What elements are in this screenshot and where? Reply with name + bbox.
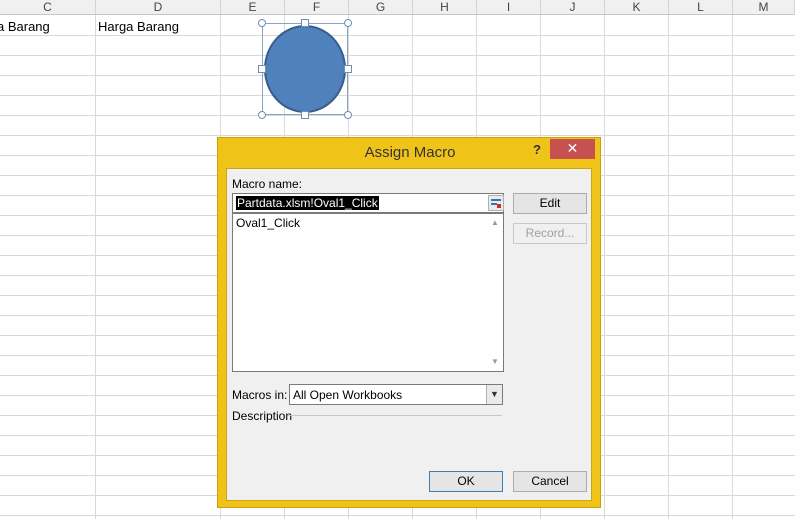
grid-line <box>0 35 795 36</box>
cancel-button[interactable]: Cancel <box>513 471 587 492</box>
help-button[interactable]: ? <box>530 142 544 158</box>
cell-c1[interactable]: a Barang <box>0 19 50 34</box>
picker-icon <box>491 199 501 201</box>
resize-handle-left[interactable] <box>258 65 266 73</box>
grid-line <box>732 15 733 519</box>
macros-in-value: All Open Workbooks <box>293 388 403 402</box>
grid-line <box>0 515 795 516</box>
dialog-title: Assign Macro <box>364 144 456 161</box>
column-header-j[interactable]: J <box>541 0 605 15</box>
macros-in-select[interactable]: All Open Workbooks ▼ <box>289 384 503 405</box>
record-button[interactable]: Record... <box>513 223 587 244</box>
column-header-k[interactable]: K <box>605 0 669 15</box>
column-header-h[interactable]: H <box>413 0 477 15</box>
resize-handle-right[interactable] <box>344 65 352 73</box>
scroll-down-icon[interactable]: ▼ <box>491 357 499 366</box>
macro-name-input[interactable]: Partdata.xlsm!Oval1_Click <box>232 193 504 213</box>
grid-line <box>0 135 795 136</box>
resize-handle-bottom-right[interactable] <box>344 111 352 119</box>
macro-name-label: Macro name: <box>232 177 303 191</box>
oval-shape[interactable] <box>258 19 352 119</box>
chevron-down-icon[interactable]: ▼ <box>486 385 502 404</box>
resize-handle-bottom-left[interactable] <box>258 111 266 119</box>
assign-macro-dialog: Assign Macro ? ✕ Macro name: Partdata.xl… <box>217 137 601 508</box>
grid-line <box>0 55 795 56</box>
close-button[interactable]: ✕ <box>550 139 595 159</box>
macros-in-label: Macros in: <box>232 388 288 402</box>
ok-button[interactable]: OK <box>429 471 503 492</box>
edit-button[interactable]: Edit <box>513 193 587 214</box>
picker-icon-marker <box>497 204 501 208</box>
description-label: Description <box>232 409 293 423</box>
listbox-scrollbar[interactable]: ▲ ▼ <box>487 214 503 371</box>
resize-handle-top-left[interactable] <box>258 19 266 27</box>
resize-handle-top[interactable] <box>301 19 309 27</box>
macro-name-value: Partdata.xlsm!Oval1_Click <box>236 196 379 210</box>
macro-list-item[interactable]: Oval1_Click <box>236 216 300 230</box>
column-header-m[interactable]: M <box>733 0 795 15</box>
column-header-d[interactable]: D <box>96 0 221 15</box>
grid-line <box>0 75 795 76</box>
column-header-l[interactable]: L <box>669 0 733 15</box>
macro-listbox[interactable]: Oval1_Click ▲ ▼ <box>232 213 504 372</box>
column-header-e[interactable]: E <box>221 0 285 15</box>
grid-line <box>95 15 96 519</box>
scroll-up-icon[interactable]: ▲ <box>491 218 499 227</box>
resize-handle-top-right[interactable] <box>344 19 352 27</box>
column-header-c[interactable]: C <box>0 0 96 15</box>
cell-d1[interactable]: Harga Barang <box>98 19 179 34</box>
column-header-i[interactable]: I <box>477 0 541 15</box>
column-header-f[interactable]: F <box>285 0 349 15</box>
column-header-g[interactable]: G <box>349 0 413 15</box>
close-icon: ✕ <box>566 140 579 156</box>
resize-handle-bottom[interactable] <box>301 111 309 119</box>
grid-line <box>0 115 795 116</box>
oval-fill[interactable] <box>264 25 346 113</box>
dialog-body: Macro name: Partdata.xlsm!Oval1_Click Ov… <box>226 168 592 501</box>
grid-line <box>604 15 605 519</box>
description-divider <box>288 415 502 416</box>
grid-line <box>0 95 795 96</box>
collapse-dialog-button[interactable] <box>488 195 504 211</box>
grid-line <box>668 15 669 519</box>
